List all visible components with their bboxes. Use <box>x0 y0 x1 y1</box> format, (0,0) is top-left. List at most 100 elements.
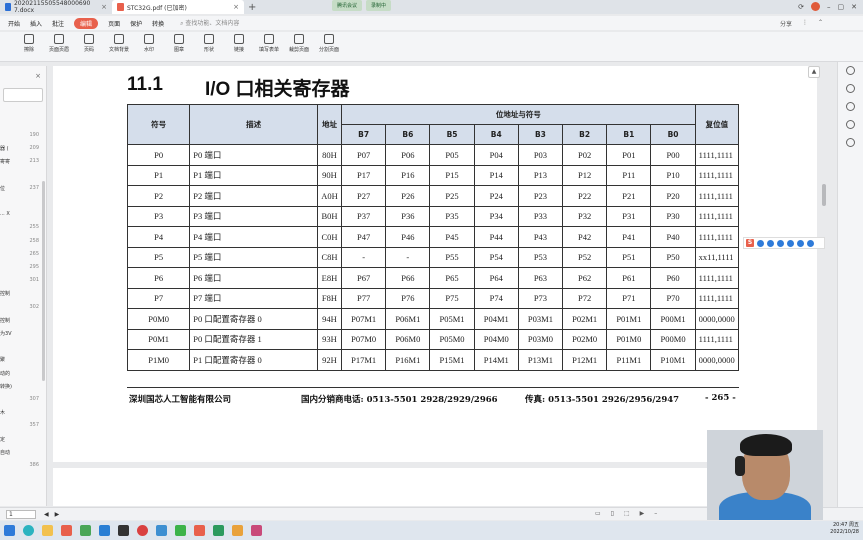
outline-item[interactable]: 265 <box>0 251 45 263</box>
outline-item[interactable]: 为3V <box>0 330 45 342</box>
zoom-out-button[interactable]: – <box>654 510 657 517</box>
outline-item[interactable] <box>0 172 45 184</box>
recording-button[interactable]: 录制中 <box>366 0 392 11</box>
collapse-icon[interactable]: ⌃ <box>818 19 823 28</box>
split-page-button[interactable]: 分割页面 <box>314 32 344 53</box>
edge-icon[interactable] <box>23 525 34 536</box>
more-icon[interactable]: ⋮ <box>802 19 808 28</box>
ime-mode-icon[interactable] <box>757 239 764 247</box>
close-icon[interactable]: × <box>101 3 107 11</box>
view-single-icon[interactable]: ▭ <box>595 510 601 517</box>
ime-logo-icon[interactable]: S <box>746 239 754 247</box>
menu-item-convert[interactable]: 转换 <box>152 19 164 28</box>
app-icon[interactable] <box>80 525 91 536</box>
tray-time[interactable]: 20:47 周五 <box>830 522 859 529</box>
user-avatar[interactable] <box>811 2 820 11</box>
outline-item[interactable]: 聚 <box>0 356 45 368</box>
ime-skin-icon[interactable] <box>797 239 804 247</box>
outline-item[interactable]: 位 237 <box>0 185 45 197</box>
shape-button[interactable]: 形状 <box>194 32 224 53</box>
outline-item[interactable] <box>0 343 45 355</box>
outline-item[interactable]: 386 <box>0 462 45 474</box>
tab-docx[interactable]: 20202115505548000690 7.docx × <box>0 0 112 14</box>
outline-item[interactable]: 190 <box>0 132 45 144</box>
view-double-icon[interactable]: ▯ <box>611 510 614 517</box>
outline-search-input[interactable] <box>3 88 43 102</box>
prev-page-icon[interactable]: ◀ <box>44 511 49 518</box>
scroll-top-icon[interactable]: ▲ <box>808 66 820 78</box>
menu-item-comment[interactable]: 批注 <box>52 19 64 28</box>
outline-item[interactable]: ... X <box>0 211 45 223</box>
outline-item[interactable]: 定 <box>0 436 45 448</box>
app-icon[interactable] <box>61 525 72 536</box>
meeting-button[interactable]: 腾讯会议 <box>332 0 363 11</box>
outline-item[interactable]: 302 <box>0 304 45 316</box>
outline-scrollbar[interactable] <box>42 181 45 381</box>
search-icon[interactable] <box>846 102 855 111</box>
file-explorer-icon[interactable] <box>42 525 53 536</box>
outline-item[interactable]: 301 <box>0 277 45 289</box>
settings-icon[interactable] <box>846 138 855 147</box>
maximize-button[interactable]: ▢ <box>838 3 845 11</box>
tray-date[interactable]: 2022/10/28 <box>830 529 859 536</box>
erase-tool-button[interactable]: 擦除 <box>14 32 44 53</box>
menu-item-edit[interactable]: 编辑 <box>74 17 99 29</box>
vscode-icon[interactable] <box>99 525 110 536</box>
close-window-button[interactable]: ✕ <box>851 3 857 11</box>
wechat-icon[interactable] <box>175 525 186 536</box>
crop-page-button[interactable]: 裁剪页面 <box>284 32 314 53</box>
outline-item[interactable]: 木 <box>0 409 45 421</box>
menu-item-protect[interactable]: 保护 <box>130 19 142 28</box>
document-scrollbar[interactable] <box>822 184 826 206</box>
watermark-button[interactable]: 水印 <box>134 32 164 53</box>
close-icon[interactable]: × <box>35 72 41 80</box>
outline-item[interactable]: 转换) <box>0 383 45 395</box>
outline-item[interactable]: 自动 <box>0 449 45 461</box>
app-icon[interactable] <box>232 525 243 536</box>
search-input[interactable]: ⌕ 查找功能、文档内容 <box>180 18 239 28</box>
app-icon[interactable] <box>156 525 167 536</box>
link-button[interactable]: 链接 <box>224 32 254 53</box>
ime-emoji-icon[interactable] <box>767 239 774 247</box>
outline-item[interactable]: 255 <box>0 224 45 236</box>
ime-menu-icon[interactable] <box>807 239 814 247</box>
outline-item[interactable]: 295 <box>0 264 45 276</box>
share-button[interactable]: 分享 <box>780 19 792 28</box>
outline-item[interactable]: 动的 <box>0 370 45 382</box>
wps-icon[interactable] <box>194 525 205 536</box>
background-button[interactable]: 文档背景 <box>104 32 134 53</box>
header-footer-button[interactable]: 页面页眉 <box>44 32 74 53</box>
minimize-button[interactable]: – <box>827 3 831 11</box>
menu-item-insert[interactable]: 插入 <box>30 19 42 28</box>
outline-item[interactable]: 307 <box>0 396 45 408</box>
zoom-out-icon[interactable] <box>846 84 855 93</box>
start-icon[interactable] <box>4 525 15 536</box>
next-page-icon[interactable]: ▶ <box>55 511 60 518</box>
close-icon[interactable]: × <box>233 3 239 11</box>
menu-item-home[interactable]: 开始 <box>8 19 20 28</box>
outline-item[interactable]: 控制 <box>0 317 45 329</box>
zoom-in-icon[interactable] <box>846 66 855 75</box>
tab-pdf[interactable]: STC32G.pdf (已加密) × <box>112 0 244 14</box>
page-number-input[interactable]: 1 <box>6 509 36 519</box>
play-icon[interactable]: ▶ <box>640 510 645 517</box>
app-icon[interactable] <box>251 525 262 536</box>
page-number-button[interactable]: 页码 <box>74 32 104 53</box>
refresh-icon[interactable]: ⟳ <box>798 3 804 11</box>
app-icon[interactable] <box>213 525 224 536</box>
outline-item[interactable]: 258 <box>0 238 45 250</box>
ime-keyboard-icon[interactable] <box>787 239 794 247</box>
fill-form-button[interactable]: 填写表单 <box>254 32 284 53</box>
outline-item[interactable]: 控制 <box>0 290 45 302</box>
new-tab-button[interactable]: + <box>244 2 260 13</box>
stamp-button[interactable]: 图章 <box>164 32 194 53</box>
ime-mic-icon[interactable] <box>777 239 784 247</box>
app-icon[interactable] <box>137 525 148 536</box>
help-icon[interactable] <box>846 120 855 129</box>
outline-item[interactable]: 357 <box>0 422 45 434</box>
fit-width-icon[interactable]: ⬚ <box>624 510 630 517</box>
outline-item[interactable]: 寄寄 213 <box>0 158 45 170</box>
app-icon[interactable] <box>118 525 129 536</box>
outline-item[interactable]: 器 (209 <box>0 145 45 157</box>
outline-item[interactable] <box>0 198 45 210</box>
